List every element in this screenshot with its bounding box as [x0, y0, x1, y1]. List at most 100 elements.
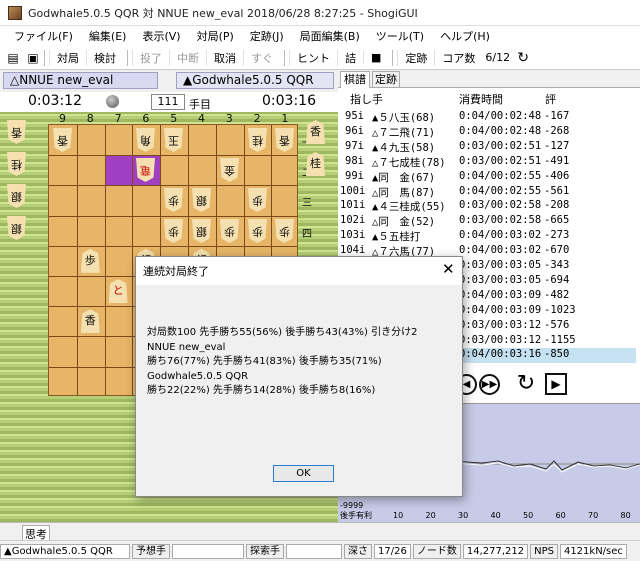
shogi-piece[interactable]: 歩 [248, 219, 267, 243]
move-eval: -850 [544, 348, 570, 361]
menu-help[interactable]: ヘルプ(H) [432, 28, 498, 44]
shogi-piece[interactable]: 香 [275, 128, 294, 152]
move-eval: -482 [544, 288, 570, 301]
graph-x-tick: 50 [523, 511, 533, 520]
menu-bar: ファイル(F) 編集(E) 表示(V) 対局(P) 定跡(J) 局面編集(B) … [0, 26, 640, 46]
move-text: △７二飛(71) [372, 126, 436, 139]
shogi-piece[interactable]: 銀 [192, 219, 211, 243]
step-forward-icon[interactable]: ▶▶ [479, 374, 500, 395]
menu-joseki[interactable]: 定跡(J) [242, 28, 292, 44]
move-now-button[interactable]: すぐ [243, 49, 280, 66]
shogi-piece[interactable]: と [108, 279, 128, 303]
move-time: 0:03/00:02:51 [459, 154, 542, 167]
shogi-piece[interactable]: 歩 [164, 188, 183, 212]
move-row[interactable]: 103i ▲５五桂打 0:04/00:03:02 -273 [340, 229, 636, 244]
sente-player-name: △NNUE new_eval [3, 72, 158, 89]
move-eval: -670 [544, 244, 570, 257]
move-time: 0:04/00:02:48 [459, 110, 542, 122]
shogi-piece[interactable]: 角 [136, 128, 155, 152]
move-row[interactable]: 99i ▲同 金(67) 0:04/00:02:55 -406 [345, 170, 636, 185]
move-time: 0:04/00:03:09 [459, 303, 542, 316]
toolbar-divider [44, 49, 45, 66]
move-eval: -1155 [544, 333, 576, 346]
move-eval: -127 [544, 139, 570, 152]
menu-tools[interactable]: ツール(T) [368, 28, 432, 44]
hand-piece[interactable]: 銀 [7, 216, 26, 240]
shogi-piece[interactable]: 香 [80, 309, 100, 334]
hint-button[interactable]: ヒント [289, 49, 337, 66]
graph-x-tick: 80 [621, 511, 631, 520]
move-eval: -343 [544, 259, 570, 271]
move-eval: -491 [544, 154, 570, 167]
record-tabs: 棋譜 定跡 [338, 70, 640, 88]
graph-x-tick: 30 [458, 511, 468, 520]
hand-piece[interactable]: 香 [7, 120, 26, 144]
graph-x-tick: 10 [393, 511, 403, 520]
ok-button[interactable]: OK [273, 465, 334, 482]
shogi-piece[interactable]: 歩 [248, 188, 267, 212]
move-time: 0:04/00:02:48 [459, 124, 542, 137]
joseki-button[interactable]: 定跡 [397, 49, 434, 66]
tab-kifu[interactable]: 棋譜 [340, 71, 370, 88]
new-file-icon[interactable]: ▤ [6, 51, 20, 65]
hand-piece[interactable]: 銀 [7, 184, 26, 208]
shogi-piece[interactable]: 歩 [220, 219, 239, 243]
status-nodes: 14,277,212 [462, 543, 529, 559]
move-text: ▲４三桂成(55) [372, 201, 446, 214]
status-nps: 4121kN/sec [559, 543, 627, 559]
mate-search-button[interactable]: 詰 [337, 49, 363, 66]
shogi-piece[interactable]: 桂 [248, 128, 267, 152]
move-row[interactable]: 96i △７二飛(71) 0:04/00:02:48 -268 [345, 124, 636, 140]
graph-x-tick: 40 [491, 511, 501, 520]
shogi-piece[interactable]: 玉 [164, 128, 183, 152]
cancel-move-button[interactable]: 取消 [206, 49, 243, 66]
shogi-piece[interactable]: 銀 [192, 188, 211, 212]
play-icon[interactable]: ▶ [545, 373, 567, 395]
menu-file[interactable]: ファイル(F) [6, 28, 81, 44]
move-number-field[interactable]: 111 [151, 94, 185, 110]
resign-button[interactable]: 投了 [132, 49, 169, 66]
hand-piece[interactable]: 桂 [306, 152, 325, 176]
shogi-piece[interactable]: 歩 [80, 248, 100, 273]
hand-piece[interactable]: 香 [306, 120, 325, 144]
tab-thinking[interactable]: 思考 [22, 525, 50, 541]
shogi-piece[interactable]: 歩 [164, 219, 183, 243]
move-row[interactable]: 102i △同 金(52) 0:03/00:02:58 -665 [340, 214, 636, 229]
menu-game[interactable]: 対局(P) [189, 28, 242, 44]
flip-board-icon[interactable]: ↻ [513, 372, 539, 398]
header-move: 指し手 [350, 93, 383, 106]
dialog-player1-stats: 勝ち76(77%) 先手勝ち41(83%) 後手勝ち35(71%) [147, 356, 382, 367]
file-label: 7 [114, 112, 122, 125]
bottom-tabs: 思考 [0, 522, 640, 541]
refresh-icon[interactable]: ↻ [516, 51, 530, 65]
app-icon [8, 5, 22, 20]
shogi-piece[interactable]: 歩 [275, 219, 294, 243]
move-row[interactable]: 95i ▲５八玉(68) 0:04/00:02:48 -167 [345, 110, 636, 125]
play-button[interactable]: 対局 [49, 49, 86, 66]
menu-edit[interactable]: 編集(E) [81, 28, 135, 44]
move-row[interactable]: 98i △７七成桂(78) 0:03/00:02:51 -491 [345, 154, 636, 170]
shogi-piece[interactable]: 香 [53, 128, 72, 152]
stop-button[interactable]: ■ [363, 51, 388, 64]
tab-joseki[interactable]: 定跡 [372, 71, 400, 88]
move-eval: -167 [544, 110, 570, 122]
hand-piece[interactable]: 桂 [7, 152, 26, 176]
dialog-body: 対局数100 先手勝ち55(56%) 後手勝ち43(43%) 引き分け2 NNU… [136, 285, 462, 496]
graph-x-tick: 20 [426, 511, 436, 520]
graph-x-tick: 70 [588, 511, 598, 520]
dialog-title: 連続対局終了 [143, 265, 209, 278]
move-row[interactable]: 101i ▲４三桂成(55) 0:03/00:02:58 -208 [340, 199, 636, 214]
move-text: △７七成桂(78) [372, 156, 446, 169]
menu-position-edit[interactable]: 局面編集(B) [292, 28, 368, 44]
save-icon[interactable]: ▣ [26, 51, 40, 65]
graph-x-tick: 60 [556, 511, 566, 520]
close-icon[interactable]: ✕ [442, 260, 455, 278]
last-move-highlight [105, 156, 133, 186]
move-row[interactable]: 100i △同 馬(87) 0:04/00:02:55 -561 [340, 185, 636, 200]
suspend-button[interactable]: 中断 [169, 49, 206, 66]
match-finished-dialog: 連続対局終了 ✕ 対局数100 先手勝ち55(56%) 後手勝ち43(43%) … [135, 256, 463, 497]
shogi-piece[interactable]: 金 [220, 158, 239, 182]
move-row[interactable]: 97i ▲４九玉(58) 0:03/00:02:51 -127 [345, 139, 636, 155]
study-button[interactable]: 検討 [86, 49, 123, 66]
menu-view[interactable]: 表示(V) [134, 28, 188, 44]
